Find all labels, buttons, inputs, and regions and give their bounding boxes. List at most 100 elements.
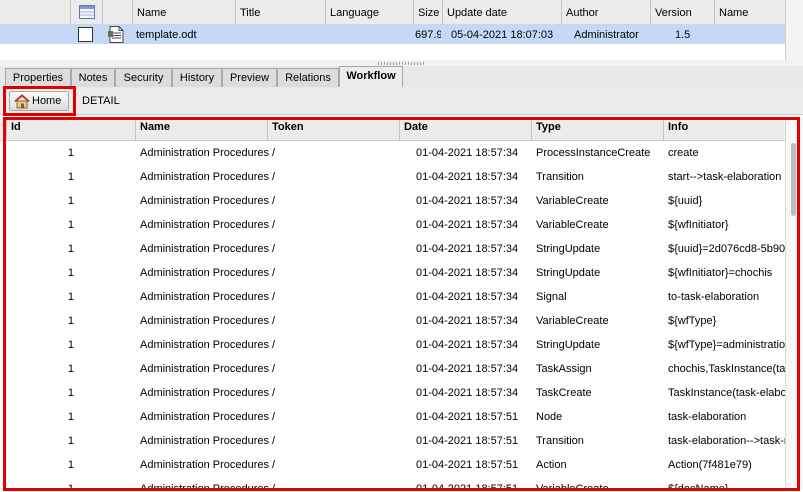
cell-name: Administration Procedures /: [140, 195, 276, 207]
column-header-type[interactable]: [102, 0, 132, 24]
cell-id: 1: [67, 315, 74, 327]
row-checkbox[interactable]: [78, 24, 94, 44]
table-row[interactable]: 1 Administration Procedures / 01-04-2021 1…: [0, 405, 785, 429]
home-icon: [14, 94, 30, 109]
cell-id: 1: [67, 171, 74, 183]
detail-label[interactable]: DETAIL: [82, 93, 120, 109]
cell-token: [272, 213, 392, 237]
splitter-grip[interactable]: [378, 62, 424, 65]
column-header-info[interactable]: Info: [663, 118, 785, 140]
cell-name: Administration Procedures /: [140, 435, 276, 447]
cell-name: Administration Procedures /: [140, 243, 276, 255]
scrollbar-thumb[interactable]: [791, 143, 796, 216]
cell-id: 1: [67, 387, 74, 399]
column-header-id[interactable]: Id: [6, 118, 135, 140]
column-header-language[interactable]: Language: [325, 0, 413, 24]
column-header-title[interactable]: Title: [235, 0, 325, 24]
table-row[interactable]: 1 Administration Procedures / 01-04-2021 1…: [0, 381, 785, 405]
column-header-update-date[interactable]: Update date: [442, 0, 561, 24]
tab-security[interactable]: Security: [115, 68, 172, 87]
table-row[interactable]: 1 Administration Procedures / 01-04-2021 1…: [0, 165, 785, 189]
table-row[interactable]: 1 Administration Procedures / 01-04-2021 1…: [0, 141, 785, 165]
cell-date: 01-04-2021 18:57:34: [416, 363, 519, 375]
cell-token: [272, 405, 392, 429]
cell-token: [272, 333, 392, 357]
column-header-name-2[interactable]: Name: [714, 0, 785, 24]
table-row[interactable]: 1 Administration Procedures / 01-04-2021 1…: [0, 189, 785, 213]
file-table-scrollbar[interactable]: [785, 0, 803, 60]
column-header-date[interactable]: Date: [399, 118, 531, 140]
cell-info: ${wfType}=administration: [668, 339, 785, 351]
workflow-table-header: Id Name Token Date Type Info: [0, 118, 785, 141]
cell-type: Action: [536, 459, 567, 471]
column-header-token[interactable]: Token: [267, 118, 399, 140]
table-row[interactable]: 1 Administration Procedures / 01-04-2021 1…: [0, 357, 785, 381]
cell-token: [272, 381, 392, 405]
file-table-header: Name Title Language Size Update date Aut…: [0, 0, 785, 25]
cell-name: Administration Procedures /: [140, 363, 276, 375]
table-row[interactable]: 1 Administration Procedures / 01-04-2021 1…: [0, 237, 785, 261]
cell-id: 1: [67, 267, 74, 279]
cell-info: task-elaboration-->task-me: [668, 435, 785, 447]
cell-info: ${docName}: [668, 483, 729, 491]
column-header-size[interactable]: Size: [413, 0, 442, 24]
cell-date: 01-04-2021 18:57:51: [416, 483, 519, 491]
cell-info: TaskInstance(task-elabora: [668, 387, 785, 399]
file-size: 697.9: [415, 29, 441, 41]
table-row[interactable]: 1 Administration Procedures / 01-04-2021 1…: [0, 285, 785, 309]
cell-info: chochis,TaskInstance(task: [668, 363, 785, 375]
file-version: 1.5: [675, 29, 691, 41]
table-row[interactable]: 1 Administration Procedures / 01-04-2021 1…: [0, 309, 785, 333]
cell-type: StringUpdate: [536, 243, 601, 255]
cell-info: Action(7f481e79): [668, 459, 752, 471]
workflow-toolbar: [0, 88, 803, 115]
cell-name: Administration Procedures /: [140, 219, 276, 231]
tab-relations[interactable]: Relations: [277, 68, 339, 87]
cell-token: [272, 189, 392, 213]
table-row[interactable]: 1 Administration Procedures / 01-04-2021 1…: [0, 477, 785, 491]
cell-id: 1: [67, 147, 74, 159]
cell-id: 1: [67, 243, 74, 255]
cell-name: Administration Procedures /: [140, 339, 276, 351]
table-row[interactable]: 1 Administration Procedures / 01-04-2021 1…: [0, 333, 785, 357]
table-row[interactable]: 1 Administration Procedures / 01-04-2021 1…: [0, 429, 785, 453]
column-header-type[interactable]: Type: [531, 118, 663, 140]
cell-type: Transition: [536, 435, 584, 447]
tab-preview[interactable]: Preview: [222, 68, 277, 87]
cell-info: ${uuid}: [668, 195, 703, 207]
cell-info: task-elaboration: [668, 411, 747, 423]
cell-date: 01-04-2021 18:57:34: [416, 243, 519, 255]
cell-token: [272, 285, 392, 309]
cell-id: 1: [67, 291, 74, 303]
cell-info: ${wfInitiator}=chochis: [668, 267, 773, 279]
cell-date: 01-04-2021 18:57:51: [416, 435, 519, 447]
file-name[interactable]: template.odt: [136, 24, 234, 44]
cell-id: 1: [67, 483, 74, 491]
cell-type: TaskCreate: [536, 387, 592, 399]
column-header-name[interactable]: Name: [135, 118, 267, 140]
cell-type: Signal: [536, 291, 567, 303]
tab-notes[interactable]: Notes: [71, 68, 115, 87]
column-header-name[interactable]: Name: [132, 0, 235, 24]
cell-token: [272, 357, 392, 381]
column-header-author[interactable]: Author: [561, 0, 650, 24]
column-header-checkbox[interactable]: [70, 0, 102, 24]
cell-token: [272, 429, 392, 453]
table-row[interactable]: 1 Administration Procedures / 01-04-2021 1…: [0, 213, 785, 237]
tab-history[interactable]: History: [172, 68, 222, 87]
tab-properties[interactable]: Properties: [5, 68, 71, 87]
cell-type: VariableCreate: [536, 219, 609, 231]
home-button[interactable]: Home: [9, 91, 69, 111]
tab-workflow[interactable]: Workflow: [339, 66, 403, 87]
file-row-selected[interactable]: template.odt 697.9 05-04-2021 18:07:03 A…: [0, 24, 785, 44]
cell-date: 01-04-2021 18:57:34: [416, 339, 519, 351]
cell-id: 1: [67, 339, 74, 351]
file-author: Administrator: [574, 29, 639, 41]
cell-id: 1: [67, 219, 74, 231]
column-header-version[interactable]: Version: [650, 0, 714, 24]
cell-name: Administration Procedures /: [140, 315, 276, 327]
cell-type: Node: [536, 411, 563, 423]
table-row[interactable]: 1 Administration Procedures / 01-04-2021 1…: [0, 453, 785, 477]
cell-type: StringUpdate: [536, 339, 601, 351]
table-row[interactable]: 1 Administration Procedures / 01-04-2021 1…: [0, 261, 785, 285]
